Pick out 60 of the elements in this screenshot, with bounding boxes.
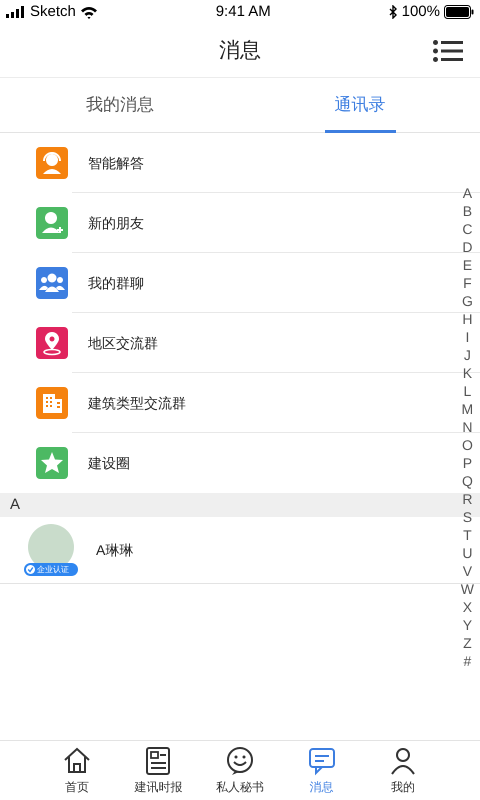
nav-tab[interactable]: 建讯时报 xyxy=(118,741,200,800)
index-letter[interactable]: G xyxy=(462,292,473,310)
nav-tab[interactable]: 我的 xyxy=(362,741,444,800)
item-label[interactable]: 我的群聊 xyxy=(88,272,144,294)
item-label[interactable]: 新的朋友 xyxy=(88,212,144,234)
index-letter[interactable]: F xyxy=(463,274,472,292)
nav-label: 建讯时报 xyxy=(134,778,182,796)
carrier-name: Sketch xyxy=(30,2,76,22)
menu-button[interactable] xyxy=(432,37,464,65)
index-letter[interactable]: S xyxy=(462,508,472,526)
index-letter[interactable]: X xyxy=(462,598,472,616)
tab[interactable]: 通讯录 xyxy=(324,78,396,132)
index-letter[interactable]: C xyxy=(462,220,472,238)
nav-label: 首页 xyxy=(64,778,89,796)
nav-label: 我的 xyxy=(391,778,416,796)
nav-label: 私人秘书 xyxy=(216,778,264,796)
index-letter[interactable]: V xyxy=(462,562,472,580)
index-letter[interactable]: A xyxy=(462,184,472,202)
contact-name[interactable]: A琳琳 xyxy=(96,540,134,560)
smiley-icon xyxy=(224,746,255,776)
status-time: 9:41 AM xyxy=(216,2,271,22)
index-letter[interactable]: I xyxy=(465,328,470,346)
index-letter[interactable]: D xyxy=(462,238,472,256)
menu-icon xyxy=(433,40,463,62)
index-letter[interactable]: E xyxy=(462,256,472,274)
item-label[interactable]: 建设圈 xyxy=(88,452,130,474)
index-letter[interactable]: U xyxy=(462,544,472,562)
nav-tab[interactable]: 消息 xyxy=(280,741,362,800)
index-letter[interactable]: Y xyxy=(462,616,472,634)
index-letter[interactable]: L xyxy=(463,382,472,400)
index-letter[interactable]: # xyxy=(463,652,472,670)
battery-icon xyxy=(444,5,474,19)
index-letter[interactable]: H xyxy=(462,310,472,328)
nav-tab[interactable]: 私人秘书 xyxy=(199,741,281,800)
home-icon xyxy=(62,746,92,776)
item-label[interactable]: 地区交流群 xyxy=(88,332,158,354)
index-letter[interactable]: K xyxy=(462,364,472,382)
index-letter[interactable]: M xyxy=(462,400,474,418)
index-letter[interactable]: Q xyxy=(462,472,473,490)
page-title: 消息 xyxy=(219,38,261,64)
signal-icon xyxy=(6,6,26,18)
index-letter[interactable]: W xyxy=(460,580,474,598)
index-letter[interactable]: J xyxy=(464,346,471,364)
chat-bubble-icon xyxy=(306,746,337,776)
index-letter[interactable]: B xyxy=(462,202,472,220)
index-letter[interactable]: T xyxy=(463,526,472,544)
index-letter[interactable]: Z xyxy=(463,634,472,652)
badge-text: 企业认证 xyxy=(37,565,69,574)
index-letter[interactable]: R xyxy=(462,490,472,508)
index-letter[interactable]: P xyxy=(462,454,472,472)
item-label[interactable]: 建筑类型交流群 xyxy=(88,392,186,414)
item-label[interactable]: 智能解答 xyxy=(88,152,144,174)
index-letter[interactable]: N xyxy=(462,418,472,436)
index-letter[interactable]: O xyxy=(462,436,473,454)
battery-percentage: 100% xyxy=(402,2,440,22)
tab[interactable]: 我的消息 xyxy=(76,78,164,132)
nav-tab[interactable]: 首页 xyxy=(36,741,118,800)
nav-label: 消息 xyxy=(310,778,334,796)
wifi-icon xyxy=(80,6,98,18)
bluetooth-icon xyxy=(388,5,398,19)
